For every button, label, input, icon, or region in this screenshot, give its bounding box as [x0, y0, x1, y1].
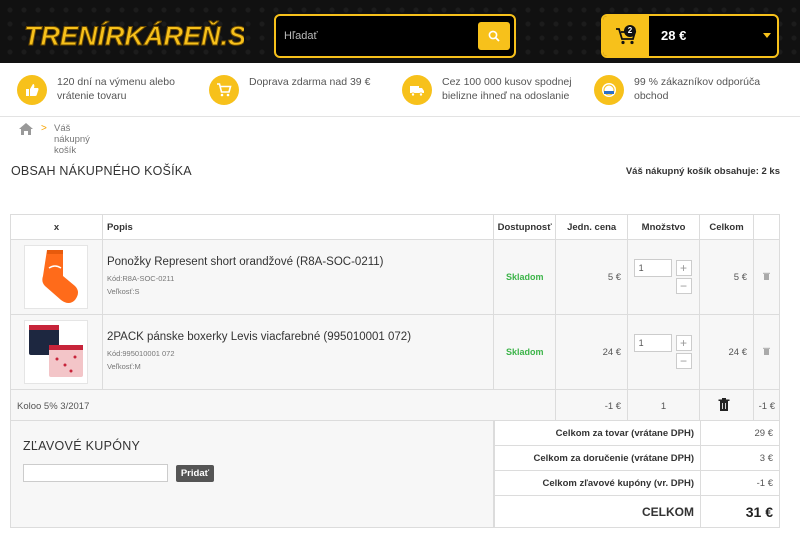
- discount-unit-price: -1 €: [555, 389, 629, 423]
- totals-table: Celkom za tovar (vrátane DPH) 29 € Celko…: [494, 420, 780, 528]
- table-row: Ponožky Represent short orandžové (R8A-S…: [10, 239, 780, 315]
- truck-icon: [402, 75, 432, 105]
- breadcrumb-current: Váš nákupný košík: [54, 123, 90, 156]
- quantity-cell: + −: [627, 314, 701, 390]
- cart-count-info: Váš nákupný košík obsahuje: 2 ks: [625, 166, 780, 177]
- benefits-bar: 120 dní na výmenu alebo vrátenie tovaru …: [0, 63, 800, 117]
- quantity-cell: + −: [627, 239, 701, 315]
- logo-text: TRENÍRKÁREŇ.SK: [24, 20, 244, 51]
- chevron-down-icon[interactable]: [763, 33, 771, 38]
- page-title: OBSAH NÁKUPNÉHO KOŠÍKA: [11, 164, 192, 178]
- search-button[interactable]: [478, 22, 510, 50]
- grand-total-row: CELKOM 31 €: [494, 495, 780, 528]
- discount-remove-cell: [699, 389, 754, 423]
- totals-row: Celkom za tovar (vrátane DPH) 29 €: [494, 420, 780, 446]
- site-header: TRENÍRKÁREŇ.SK 2 28 €: [0, 0, 800, 63]
- quantity-decrease-button[interactable]: −: [675, 278, 692, 294]
- unit-price-cell: 5 €: [555, 239, 629, 315]
- col-header-remove: x: [10, 214, 103, 240]
- line-total-cell: 24 €: [699, 314, 754, 390]
- quantity-increase-button[interactable]: +: [675, 335, 692, 351]
- table-header-row: x Popis Dostupnosť Jedn. cena Množstvo C…: [10, 214, 780, 240]
- col-header-unit-price: Jedn. cena: [555, 214, 629, 240]
- remove-cell: [753, 314, 780, 390]
- col-header-total: Celkom: [699, 214, 754, 240]
- quantity-input[interactable]: [633, 259, 672, 277]
- discount-total: -1 €: [753, 389, 780, 423]
- discount-name: Koloo 5% 3/2017: [9, 389, 557, 423]
- totals-value: 3 €: [700, 445, 780, 471]
- thumbs-up-icon: [17, 75, 47, 105]
- benefit-text: Doprava zdarma nad 39 €: [249, 76, 371, 88]
- discount-row: Koloo 5% 3/2017 -1 € 1 -1 €: [9, 389, 780, 423]
- product-thumbnail[interactable]: [24, 245, 89, 309]
- product-image-cell: [10, 239, 103, 315]
- stock-status: Skladom: [505, 271, 544, 282]
- benefit-text: 99 % zákazníkov odporúča obchod: [634, 76, 761, 102]
- col-header-quantity: Množstvo: [627, 214, 701, 240]
- benefit-text: Cez 100 000 kusov spodnej bielizne ihneď…: [442, 76, 572, 102]
- search-box: [274, 14, 516, 58]
- sock-image: [42, 250, 79, 303]
- quantity-input[interactable]: [633, 334, 672, 352]
- search-input[interactable]: [284, 26, 474, 46]
- col-header-actions: [753, 214, 780, 240]
- product-thumbnail[interactable]: [24, 320, 89, 384]
- mini-cart[interactable]: 2 28 €: [601, 14, 779, 58]
- availability-cell: Skladom: [493, 314, 557, 390]
- benefit-text: 120 dní na výmenu alebo vrátenie tovaru: [57, 76, 175, 102]
- discount-quantity: 1: [627, 389, 701, 423]
- cart-count-badge: 2: [624, 25, 636, 37]
- quantity-decrease-button[interactable]: −: [675, 353, 692, 369]
- totals-value: -1 €: [700, 470, 780, 496]
- add-coupon-button[interactable]: Pridať: [176, 465, 214, 482]
- product-name-link[interactable]: 2PACK pánske boxerky Levis viacfarebné (…: [107, 331, 493, 343]
- totals-value: 29 €: [700, 420, 780, 446]
- cart-total: 28 €: [661, 28, 687, 43]
- product-image-cell: [10, 314, 103, 390]
- unit-price-cell: 24 €: [555, 314, 629, 390]
- boxers-image: [29, 325, 84, 377]
- coupon-input[interactable]: [23, 464, 168, 482]
- totals-row: Celkom zľavové kupóny (vr. DPH) -1 €: [494, 470, 780, 496]
- cart-table: x Popis Dostupnosť Jedn. cena Množstvo C…: [9, 214, 780, 423]
- line-total-cell: 5 €: [699, 239, 754, 315]
- grand-total-label: CELKOM: [494, 495, 701, 528]
- search-icon: [488, 30, 500, 42]
- coupon-title: ZĽAVOVÉ KUPÓNY: [23, 439, 141, 453]
- totals-label: Celkom zľavové kupóny (vr. DPH): [494, 470, 701, 496]
- stock-status: Skladom: [505, 346, 544, 357]
- cart-icon: [209, 75, 239, 105]
- trash-icon[interactable]: [763, 347, 770, 355]
- col-header-description: Popis: [101, 214, 495, 240]
- quantity-increase-button[interactable]: +: [675, 260, 692, 276]
- product-description-cell: 2PACK pánske boxerky Levis viacfarebné (…: [101, 314, 495, 390]
- product-description-cell: Ponožky Represent short orandžové (R8A-S…: [101, 239, 495, 315]
- product-name-link[interactable]: Ponožky Represent short orandžové (R8A-S…: [107, 256, 493, 268]
- totals-row: Celkom za doručenie (vrátane DPH) 3 €: [494, 445, 780, 471]
- quantity-stepper: + −: [633, 334, 694, 370]
- totals-label: Celkom za doručenie (vrátane DPH): [494, 445, 701, 471]
- site-logo[interactable]: TRENÍRKÁREŇ.SK: [22, 18, 245, 52]
- product-size: Veľkosť:S: [106, 287, 140, 296]
- availability-cell: Skladom: [493, 239, 557, 315]
- product-code: Kód:R8A-SOC-0211: [106, 274, 175, 283]
- product-code: Kód:995010001 072: [106, 349, 175, 358]
- table-row: 2PACK pánske boxerky Levis viacfarebné (…: [10, 314, 780, 390]
- col-header-availability: Dostupnosť: [493, 214, 557, 240]
- quantity-stepper: + −: [633, 259, 694, 295]
- home-icon[interactable]: [18, 122, 34, 136]
- product-size: Veľkosť:M: [106, 362, 141, 371]
- totals-label: Celkom za tovar (vrátane DPH): [494, 420, 701, 446]
- grand-total-value: 31 €: [700, 495, 780, 528]
- cart-icon-box: 2: [603, 16, 649, 56]
- badge-icon: [594, 75, 624, 105]
- coupon-section: ZĽAVOVÉ KUPÓNY Pridať: [10, 420, 494, 528]
- trash-icon[interactable]: [763, 272, 770, 280]
- trash-icon[interactable]: [718, 398, 730, 411]
- remove-cell: [753, 239, 780, 315]
- breadcrumb-separator: >: [41, 123, 47, 134]
